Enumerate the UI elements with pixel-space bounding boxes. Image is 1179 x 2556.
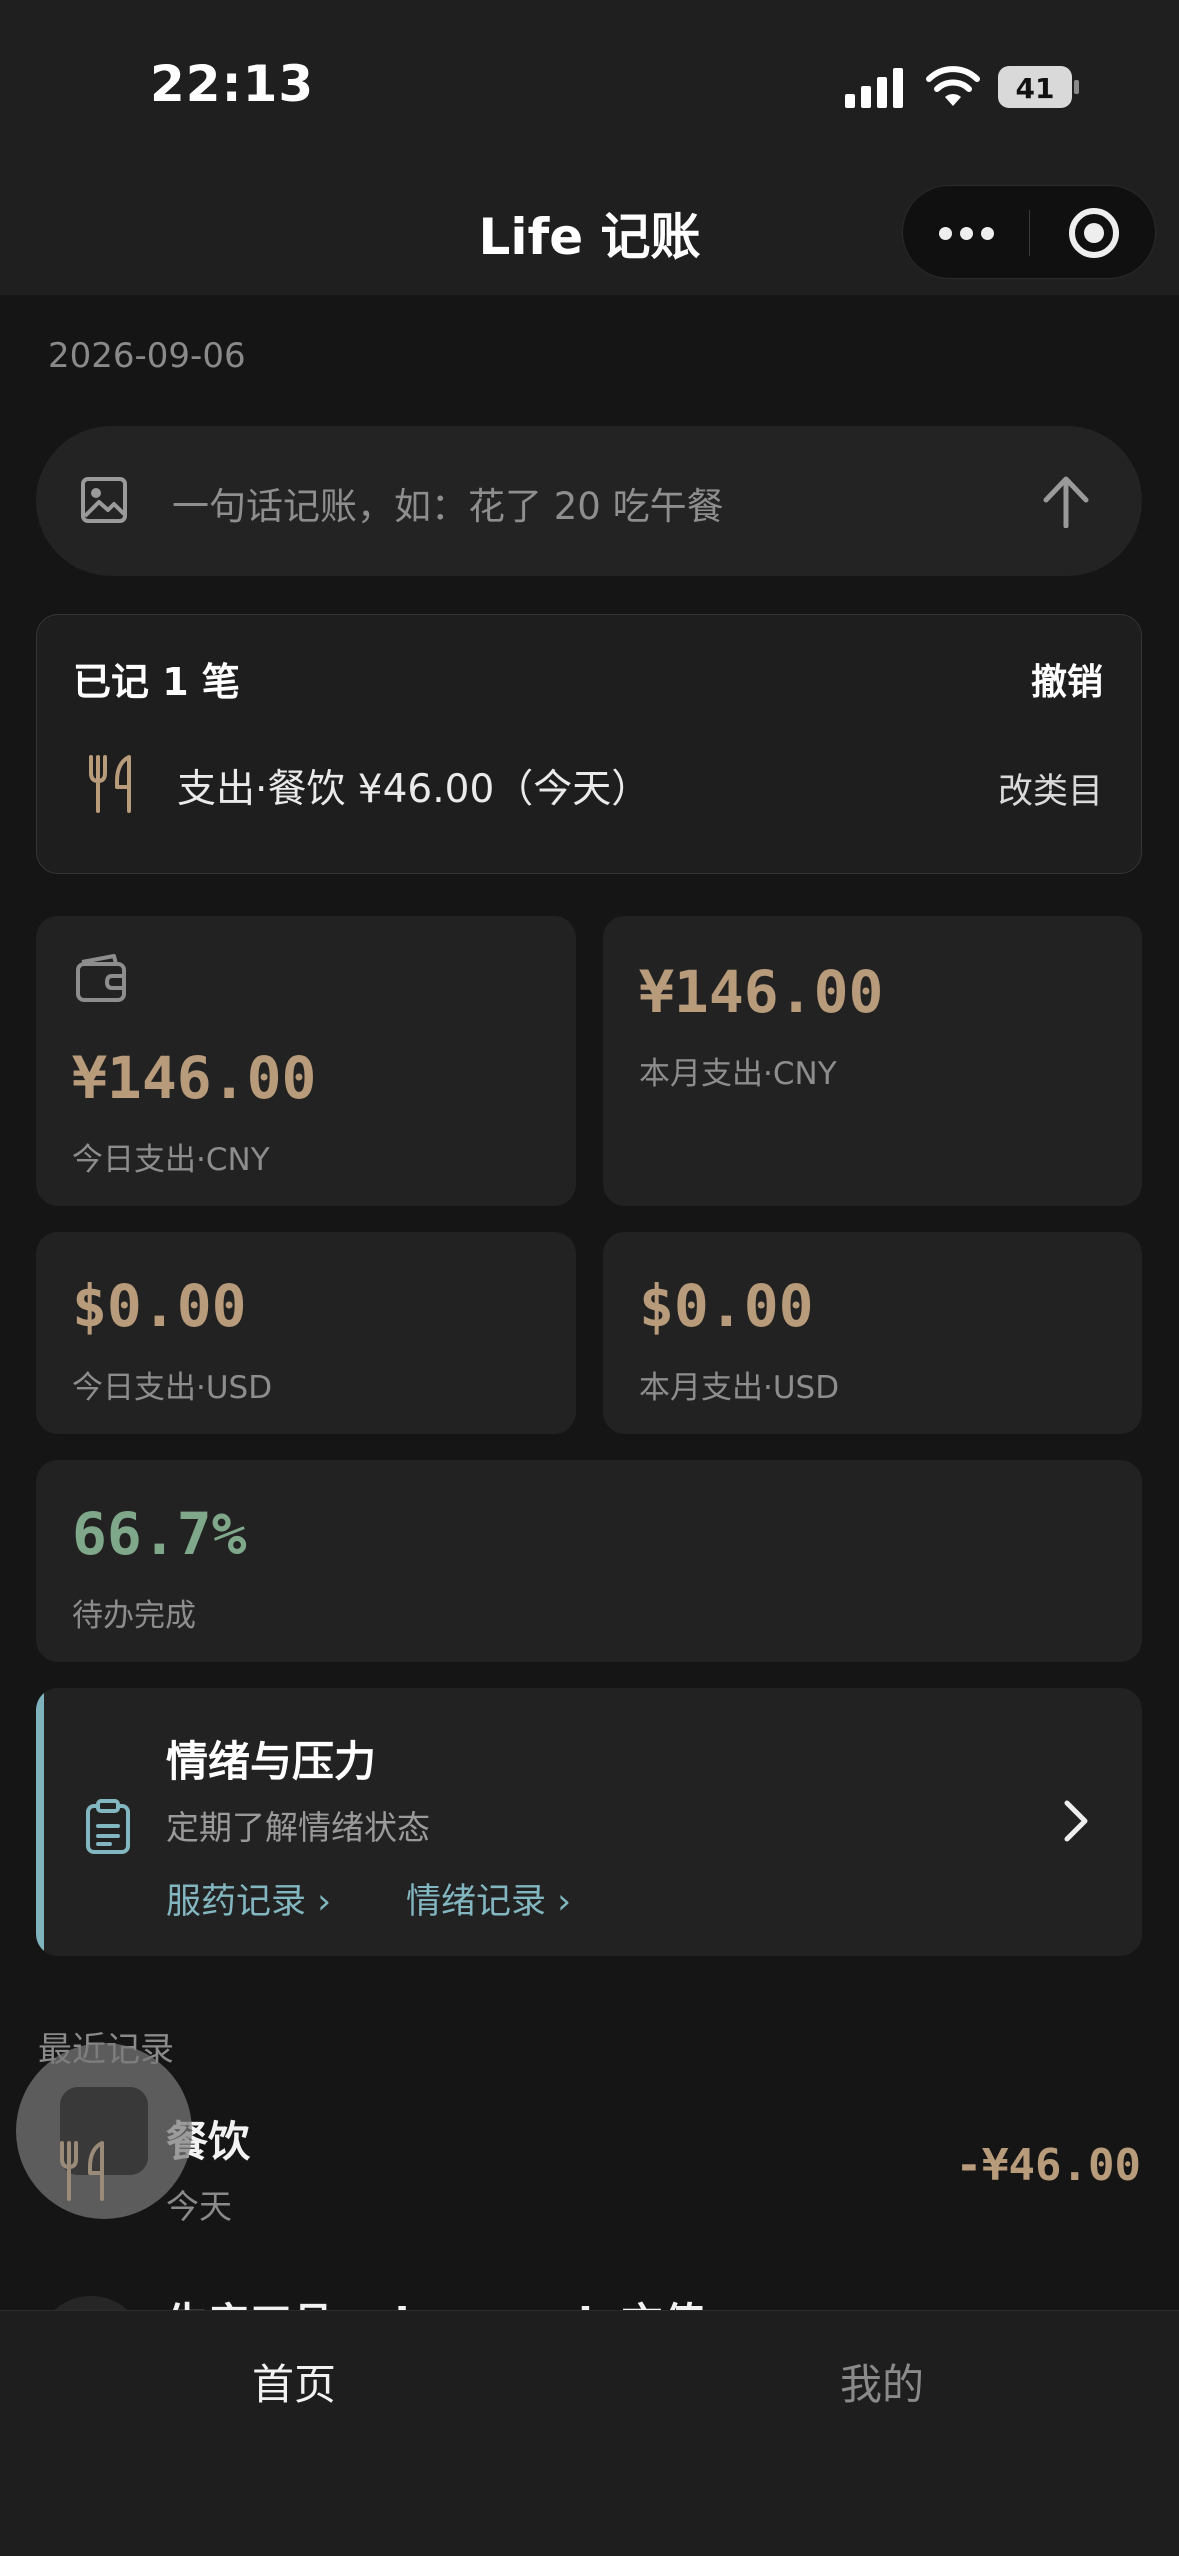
more-dot-icon xyxy=(981,227,994,240)
battery-level: 41 xyxy=(1016,72,1055,105)
status-time: 22:13 xyxy=(150,55,315,113)
stat-value: 66.7% xyxy=(72,1500,247,1568)
mood-record-link[interactable]: 情绪记录 › xyxy=(406,1873,571,1924)
wallet-icon xyxy=(76,954,126,1002)
card-accent-bar xyxy=(36,1688,44,1956)
battery-icon: 41 xyxy=(998,66,1079,108)
more-options-button[interactable] xyxy=(903,186,1029,280)
chevron-right-icon[interactable] xyxy=(1061,1798,1091,1844)
record-date: 今天 xyxy=(166,2187,232,2226)
target-dot-icon xyxy=(1084,223,1104,243)
bottom-tab-bar: 首页 我的 xyxy=(0,2310,1179,2556)
mood-card-title: 情绪与压力 xyxy=(166,1737,377,1786)
more-dot-icon xyxy=(960,227,973,240)
stat-value: $0.00 xyxy=(639,1272,814,1340)
stat-label: 本月支出·CNY xyxy=(639,1056,837,1092)
stat-value: $0.00 xyxy=(72,1272,247,1340)
nav-bar: Life 记账 xyxy=(0,165,1179,295)
quick-entry-input[interactable]: 一句话记账，如：花了 20 吃午餐 xyxy=(36,426,1142,576)
fork-knife-icon xyxy=(60,2141,104,2201)
mini-program-capsule xyxy=(902,185,1156,279)
stat-label: 本月支出·USD xyxy=(639,1370,840,1406)
record-amount: -¥46.00 xyxy=(955,2140,1141,2191)
stat-card-today-cny[interactable]: ¥146.00 今日支出·CNY xyxy=(36,916,576,1206)
more-dot-icon xyxy=(939,227,952,240)
floating-assistant-button[interactable] xyxy=(16,2043,192,2219)
recorded-count: 已记 1 笔 xyxy=(73,660,240,704)
input-placeholder: 一句话记账，如：花了 20 吃午餐 xyxy=(172,485,724,528)
stat-label: 今日支出·CNY xyxy=(72,1142,270,1178)
stat-card-todo[interactable]: 66.7% 待办完成 xyxy=(36,1460,1142,1662)
stat-card-month-cny[interactable]: ¥146.00 本月支出·CNY xyxy=(603,916,1142,1206)
stat-value: ¥146.00 xyxy=(639,958,884,1026)
close-mini-program-button[interactable] xyxy=(1030,186,1157,280)
cellular-signal-icon xyxy=(845,68,903,108)
medication-record-link[interactable]: 服药记录 › xyxy=(166,1873,331,1924)
stat-card-today-usd[interactable]: $0.00 今日支出·USD xyxy=(36,1232,576,1434)
tab-mine[interactable]: 我的 xyxy=(732,2351,1032,2412)
mood-stress-card[interactable]: 情绪与压力 定期了解情绪状态 服药记录 › 情绪记录 › xyxy=(36,1688,1142,1956)
current-date: 2026-09-06 xyxy=(48,336,246,376)
stat-label: 待办完成 xyxy=(72,1598,196,1634)
wifi-icon xyxy=(926,66,980,106)
recorded-entry-card: 已记 1 笔 撤销 支出·餐饮 ¥46.00（今天） 改类目 xyxy=(36,614,1142,874)
stat-label: 今日支出·USD xyxy=(72,1370,273,1406)
stat-card-month-usd[interactable]: $0.00 本月支出·USD xyxy=(603,1232,1142,1434)
clipboard-icon xyxy=(86,1799,130,1854)
recorded-entry-text: 支出·餐饮 ¥46.00（今天） xyxy=(177,767,651,812)
image-icon[interactable] xyxy=(80,476,128,524)
change-category-button[interactable]: 改类目 xyxy=(998,763,1103,814)
tab-home[interactable]: 首页 xyxy=(144,2351,444,2412)
stat-value: ¥146.00 xyxy=(72,1044,317,1112)
status-bar: 22:13 41 xyxy=(0,0,1179,165)
mood-card-subtitle: 定期了解情绪状态 xyxy=(166,1808,430,1847)
send-arrow-up-icon[interactable] xyxy=(1040,474,1092,528)
fork-knife-icon xyxy=(89,755,131,813)
undo-button[interactable]: 撤销 xyxy=(1031,653,1103,705)
